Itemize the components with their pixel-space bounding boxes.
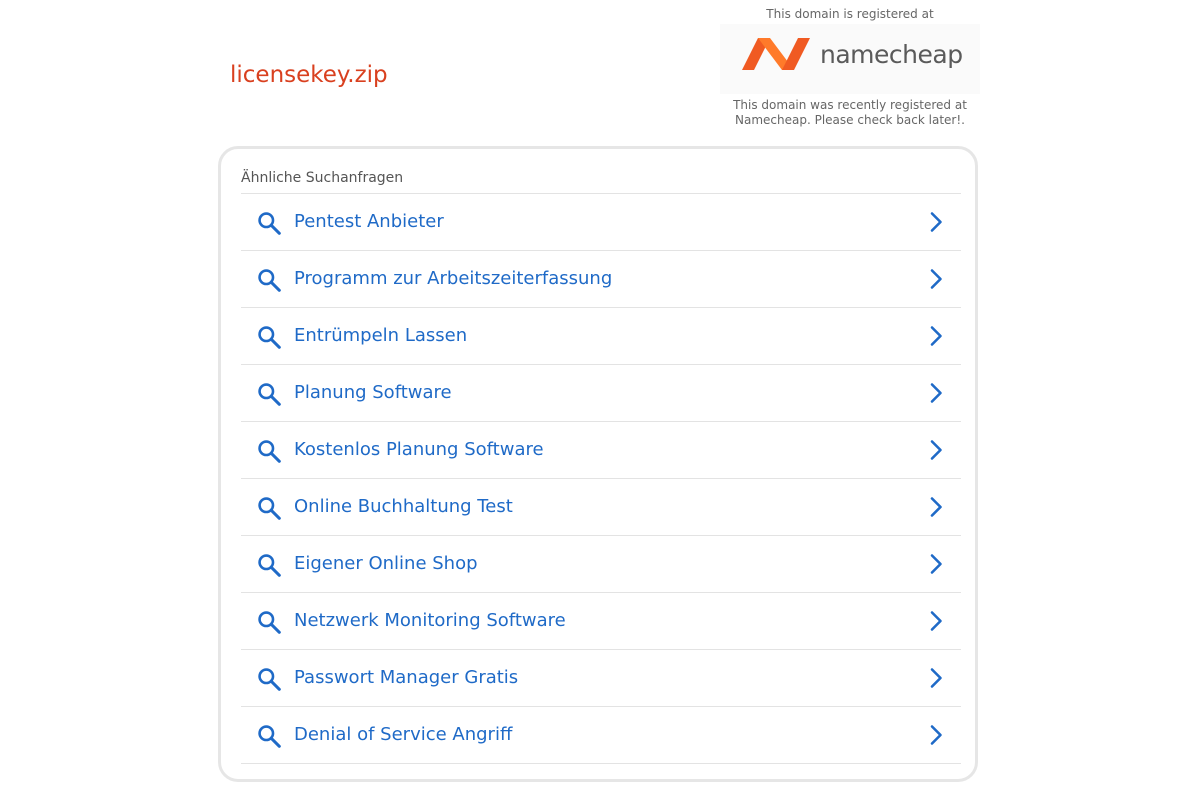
registrar-intro-text: This domain is registered at bbox=[766, 7, 934, 21]
related-search-item[interactable]: Kostenlos Planung Software bbox=[241, 422, 961, 479]
chevron-right-icon bbox=[930, 383, 942, 403]
search-icon bbox=[258, 440, 281, 463]
related-search-label: Online Buchhaltung Test bbox=[294, 496, 513, 517]
related-search-label: Kostenlos Planung Software bbox=[294, 439, 544, 460]
related-search-item[interactable]: Online Buchhaltung Test bbox=[241, 479, 961, 536]
related-search-label: Netzwerk Monitoring Software bbox=[294, 610, 566, 631]
registrar-status-line-1: This domain was recently registered at bbox=[733, 98, 967, 112]
related-search-item[interactable]: Denial of Service Angriff bbox=[241, 707, 961, 764]
related-search-item[interactable]: Programm zur Arbeitszeiterfassung bbox=[241, 251, 961, 308]
chevron-right-icon bbox=[930, 725, 942, 745]
registrar-panel: This domain is registered at namecheap T… bbox=[720, 6, 980, 128]
related-search-item[interactable]: Eigener Online Shop bbox=[241, 536, 961, 593]
namecheap-logo-mark bbox=[742, 38, 810, 70]
registrar-status-line-2: Namecheap. Please check back later!. bbox=[735, 113, 965, 127]
domain-name[interactable]: licensekey.zip bbox=[230, 60, 388, 90]
search-icon bbox=[258, 725, 281, 748]
related-search-item[interactable]: Planung Software bbox=[241, 365, 961, 422]
related-search-label: Entrümpeln Lassen bbox=[294, 325, 468, 346]
search-icon bbox=[258, 497, 281, 520]
namecheap-logo[interactable]: namecheap bbox=[720, 24, 980, 94]
related-search-item[interactable]: Passwort Manager Gratis bbox=[241, 650, 961, 707]
related-search-item[interactable]: Entrümpeln Lassen bbox=[241, 308, 961, 365]
chevron-right-icon bbox=[930, 440, 942, 460]
related-searches-title: Ähnliche Suchanfragen bbox=[241, 170, 404, 186]
related-search-label: Denial of Service Angriff bbox=[294, 724, 513, 745]
related-search-item[interactable]: Pentest Anbieter bbox=[241, 194, 961, 251]
chevron-right-icon bbox=[930, 269, 942, 289]
chevron-right-icon bbox=[930, 611, 942, 631]
related-search-item[interactable]: Netzwerk Monitoring Software bbox=[241, 593, 961, 650]
namecheap-logo-text: namecheap bbox=[820, 40, 963, 69]
search-icon bbox=[258, 269, 281, 292]
chevron-right-icon bbox=[930, 326, 942, 346]
search-icon bbox=[258, 554, 281, 577]
registrar-status-text: This domain was recently registered at N… bbox=[720, 98, 980, 128]
chevron-right-icon bbox=[930, 212, 942, 232]
search-icon bbox=[258, 611, 281, 634]
search-icon bbox=[258, 212, 281, 235]
related-search-label: Pentest Anbieter bbox=[294, 211, 444, 232]
search-icon bbox=[258, 326, 281, 349]
related-search-label: Eigener Online Shop bbox=[294, 553, 478, 574]
chevron-right-icon bbox=[930, 497, 942, 517]
chevron-right-icon bbox=[930, 554, 942, 574]
related-searches-list: Pentest Anbieter Programm zur Arbeitszei… bbox=[241, 193, 961, 764]
search-icon bbox=[258, 383, 281, 406]
related-search-label: Planung Software bbox=[294, 382, 452, 403]
search-icon bbox=[258, 668, 281, 691]
related-search-label: Programm zur Arbeitszeiterfassung bbox=[294, 268, 613, 289]
related-searches-card: Ähnliche Suchanfragen Pentest Anbieter P… bbox=[218, 146, 978, 782]
chevron-right-icon bbox=[930, 668, 942, 688]
related-search-label: Passwort Manager Gratis bbox=[294, 667, 519, 688]
